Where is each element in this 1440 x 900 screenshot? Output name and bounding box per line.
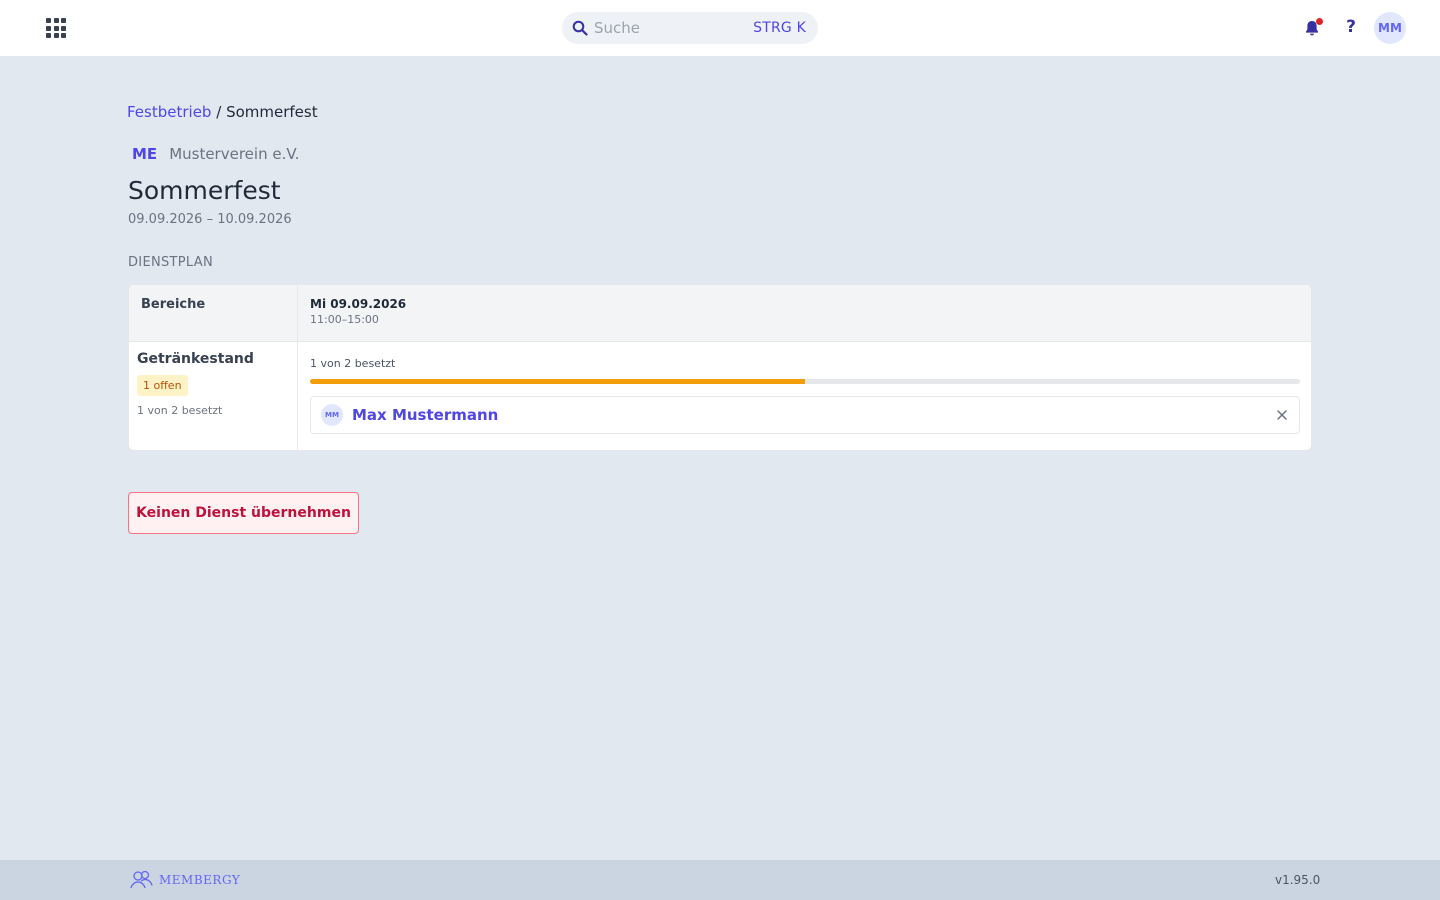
footer: MEMBERGY v1.95.0 [0, 860, 1440, 900]
area-cell: Getränkestand 1 offen 1 von 2 besetzt [129, 342, 298, 450]
organization-info: ME Musterverein e.V. [132, 145, 299, 163]
schedule-header-row: Bereiche Mi 09.09.2026 11:00–15:00 [129, 285, 1311, 342]
decline-shift-button[interactable]: Keinen Dienst übernehmen [128, 492, 359, 534]
breadcrumb-link-festbetrieb[interactable]: Festbetrieb [127, 103, 211, 121]
day-time: 11:00–15:00 [310, 313, 379, 326]
assignee-avatar: MM [321, 404, 343, 426]
area-name: Getränkestand [137, 351, 254, 367]
notifications-bell-icon[interactable] [1303, 18, 1323, 37]
breadcrumb: Festbetrieb / Sommerfest [127, 103, 318, 121]
assignee-chip: MM Max Mustermann [310, 396, 1300, 434]
assignee-name[interactable]: Max Mustermann [352, 406, 498, 424]
day-label: Mi 09.09.2026 [310, 297, 407, 311]
event-date-range: 09.09.2026 – 10.09.2026 [128, 212, 292, 227]
user-avatar[interactable]: MM [1374, 12, 1406, 44]
shift-progress-bar [310, 379, 1300, 384]
table-row: Getränkestand 1 offen 1 von 2 besetzt 1 … [129, 342, 1311, 450]
column-header-areas: Bereiche [129, 285, 298, 342]
brand-name: MEMBERGY [159, 873, 241, 887]
search-icon [572, 20, 588, 36]
membergy-logo-icon [130, 870, 153, 889]
open-slots-badge: 1 offen [137, 375, 188, 396]
app-grid-icon[interactable] [46, 18, 66, 38]
app-version: v1.95.0 [1275, 873, 1321, 887]
organization-badge: ME [132, 145, 158, 163]
shift-progress-fill [310, 379, 805, 384]
page-title: Sommerfest [128, 176, 281, 205]
area-staffing-count: 1 von 2 besetzt [137, 404, 223, 417]
search-shortcut-hint: STRG K [753, 20, 806, 36]
organization-name: Musterverein e.V. [169, 145, 300, 163]
brand-logo[interactable]: MEMBERGY [129, 870, 240, 890]
notification-indicator [1316, 18, 1323, 25]
section-label-dienstplan: DIENSTPLAN [128, 255, 213, 270]
breadcrumb-current: Sommerfest [226, 103, 318, 121]
help-icon[interactable]: ? [1344, 17, 1358, 39]
shift-staffing-count: 1 von 2 besetzt [310, 357, 396, 370]
search-input[interactable] [594, 19, 744, 37]
top-bar: STRG K ? MM [0, 0, 1440, 56]
search-bar[interactable]: STRG K [562, 12, 818, 44]
shift-cell[interactable]: 1 von 2 besetzt MM Max Mustermann [310, 342, 1300, 450]
remove-assignee-close-icon[interactable] [1275, 408, 1289, 422]
breadcrumb-separator: / [216, 103, 222, 121]
schedule-table: Bereiche Mi 09.09.2026 11:00–15:00 Geträ… [128, 284, 1312, 451]
column-header-day: Mi 09.09.2026 11:00–15:00 [310, 297, 406, 326]
